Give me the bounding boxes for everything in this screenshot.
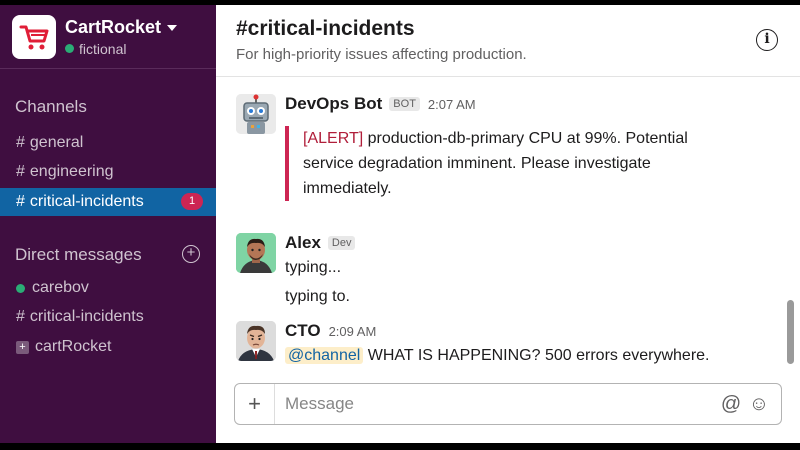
alert-line: immediately. (303, 180, 392, 197)
hash-icon: # (16, 163, 25, 180)
presence-dot-icon (65, 44, 74, 53)
emoji-icon[interactable]: ☺ (745, 393, 773, 416)
dm-label: cartRocket (35, 338, 112, 355)
workspace-status: fictional (65, 41, 177, 57)
hash-icon: # (16, 193, 25, 210)
plus-box-icon: + (16, 340, 29, 354)
channel-header: #critical-incidents For high-priority is… (216, 5, 800, 77)
unread-badge: 1 (181, 193, 203, 210)
hash-icon: # (16, 134, 25, 151)
hash-icon: # (16, 308, 25, 325)
plus-icon[interactable]: + (235, 384, 275, 424)
workspace-name-row[interactable]: CartRocket (65, 16, 178, 38)
user-avatar-icon[interactable] (236, 233, 276, 273)
info-icon[interactable]: i (756, 29, 778, 51)
author-name[interactable]: Alex (285, 233, 321, 253)
message-list: DevOps Bot BOT 2:07 AM [ALERT] productio… (216, 77, 800, 367)
author-name[interactable]: CTO (285, 321, 321, 341)
timestamp[interactable]: 2:07 AM (428, 97, 476, 112)
chevron-down-icon[interactable] (167, 25, 178, 31)
sidebar-item-critical-incidents[interactable]: # critical-incidents 1 (0, 188, 216, 216)
sidebar-dm-critical-incidents[interactable]: # critical-incidents (0, 303, 216, 331)
dm-label: critical-incidents (29, 308, 144, 325)
at-mention-icon[interactable]: @ (717, 393, 745, 416)
workspace-name: CartRocket (65, 16, 162, 37)
sidebar-dm-cartrocket[interactable]: + cartRocket (0, 333, 216, 361)
alert-line: [ALERT] production-db-primary CPU at 99%… (303, 126, 725, 151)
alert-attachment: [ALERT] production-db-primary CPU at 99%… (285, 126, 725, 201)
alert-prefix: [ALERT] (303, 130, 364, 147)
sidebar-item-general[interactable]: # general (0, 129, 216, 157)
workspace-header[interactable]: CartRocket fictional (0, 5, 216, 69)
sidebar-item-engineering[interactable]: # engineering (0, 158, 216, 186)
message-text: WHAT IS HAPPENING? 500 errors everywhere… (367, 347, 710, 364)
app-window: CartRocket fictional Channels # general … (0, 5, 800, 443)
main-pane: #critical-incidents For high-priority is… (216, 5, 800, 443)
channel-label: critical-incidents (29, 193, 144, 210)
cart-logo-icon (12, 14, 56, 59)
author-name[interactable]: DevOps Bot (285, 94, 382, 114)
message-text: typing to. (285, 288, 350, 305)
robot-avatar-icon[interactable] (236, 94, 276, 134)
channel-title[interactable]: #critical-incidents (236, 17, 780, 41)
sidebar: CartRocket fictional Channels # general … (0, 5, 216, 443)
channel-label: general (29, 134, 84, 151)
channels-section-title[interactable]: Channels (15, 97, 87, 117)
message-text: typing... (285, 259, 342, 276)
dm-section-label: Direct messages (15, 245, 142, 264)
message-input[interactable] (275, 394, 717, 414)
add-dm-icon[interactable]: + (182, 245, 200, 263)
alert-line: service degradation imminent. Please inv… (303, 155, 651, 172)
sidebar-dm-carebov[interactable]: carebov (0, 274, 216, 302)
message-composer: + @ ☺ (234, 383, 782, 425)
bot-tag: BOT (389, 97, 420, 111)
role-tag: Dev (327, 236, 356, 250)
dm-label: carebov (32, 279, 89, 296)
timestamp[interactable]: 2:09 AM (329, 324, 377, 339)
scrollbar-thumb[interactable] (787, 300, 794, 364)
alert-text: production-db-primary CPU at 99%. Potent… (367, 130, 688, 147)
user-avatar-icon[interactable] (236, 321, 276, 361)
message-text-row: @channel WHAT IS HAPPENING? 500 errors e… (285, 343, 709, 368)
dm-section-title[interactable]: Direct messages (15, 245, 201, 265)
status-text: fictional (79, 40, 127, 57)
channel-topic: For high-priority issues affecting produ… (236, 46, 527, 63)
channel-label: engineering (29, 163, 114, 180)
channel-mention[interactable]: @channel (285, 347, 364, 364)
presence-dot-icon (16, 283, 25, 293)
